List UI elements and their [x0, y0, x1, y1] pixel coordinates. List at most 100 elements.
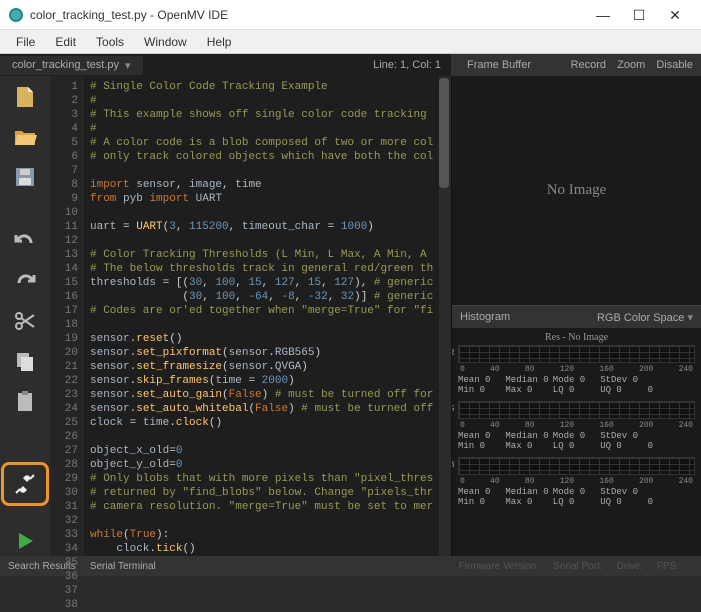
status-serial-terminal[interactable]: Serial Terminal: [90, 561, 156, 572]
framebuffer-header: Frame Buffer Record Zoom Disable: [451, 54, 701, 76]
code-line[interactable]: # This example shows off single color co…: [90, 108, 439, 122]
undo-icon: [13, 229, 37, 253]
code-line[interactable]: #: [90, 94, 439, 108]
histogram-grid: B: [458, 457, 695, 475]
code-line[interactable]: thresholds = [(30, 100, 15, 127, 15, 127…: [90, 276, 439, 290]
run-button[interactable]: [8, 526, 42, 556]
cursor-position: Line: 1, Col: 1: [363, 59, 451, 71]
code-line[interactable]: # Codes are or'ed together when "merge=T…: [90, 304, 439, 318]
window-title: color_tracking_test.py - OpenMV IDE: [30, 8, 585, 22]
menu-tools[interactable]: Tools: [86, 33, 134, 51]
histogram-channel-b: B04080120160200240Mean 0Median 0Mode 0St…: [458, 457, 695, 507]
tab-label: color_tracking_test.py: [12, 59, 119, 71]
editor-scrollbar[interactable]: [439, 76, 451, 556]
code-line[interactable]: [90, 206, 439, 220]
main-area: 1234567891011121314151617181920212223242…: [0, 76, 701, 556]
new-file-icon: [13, 85, 37, 109]
undo-button[interactable]: [8, 226, 42, 256]
colorspace-select[interactable]: RGB Color Space: [597, 311, 693, 324]
code-line[interactable]: # Color Tracking Thresholds (L Min, L Ma…: [90, 248, 439, 262]
code-area[interactable]: # Single Color Code Tracking Example## T…: [84, 76, 439, 556]
paste-button[interactable]: [8, 386, 42, 416]
histogram-channel-g: G04080120160200240Mean 0Median 0Mode 0St…: [458, 401, 695, 451]
fb-disable-button[interactable]: Disable: [656, 59, 693, 71]
right-panel: No Image Histogram RGB Color Space Res -…: [451, 76, 701, 556]
code-editor[interactable]: 1234567891011121314151617181920212223242…: [50, 76, 451, 556]
copy-icon: [13, 349, 37, 373]
code-line[interactable]: uart = UART(3, 115200, timeout_char = 10…: [90, 220, 439, 234]
tab-row: color_tracking_test.py ▾ Line: 1, Col: 1…: [0, 54, 701, 76]
scroll-thumb[interactable]: [439, 78, 449, 188]
code-line[interactable]: [90, 430, 439, 444]
cut-button[interactable]: [8, 306, 42, 336]
menu-help[interactable]: Help: [197, 33, 242, 51]
fb-record-button[interactable]: Record: [571, 59, 606, 71]
code-line[interactable]: sensor.set_auto_whitebal(False) # must b…: [90, 402, 439, 416]
framebuffer-placeholder: No Image: [547, 182, 607, 199]
status-serial-port: Serial Port:: [553, 561, 602, 572]
open-file-button[interactable]: [8, 122, 42, 152]
code-line[interactable]: object_y_old=0: [90, 458, 439, 472]
code-line[interactable]: sensor.set_auto_gain(False) # must be tu…: [90, 388, 439, 402]
close-button[interactable]: ✕: [657, 1, 693, 29]
maximize-button[interactable]: ☐: [621, 1, 657, 29]
code-line[interactable]: # returned by "find_blobs" below. Change…: [90, 486, 439, 500]
code-line[interactable]: # A color code is a blob composed of two…: [90, 136, 439, 150]
copy-button[interactable]: [8, 346, 42, 376]
histogram-grid: R: [458, 345, 695, 363]
code-line[interactable]: sensor.set_pixformat(sensor.RGB565): [90, 346, 439, 360]
menu-window[interactable]: Window: [134, 33, 197, 51]
histogram-res: Res - No Image: [458, 332, 695, 343]
code-line[interactable]: sensor.skip_frames(time = 2000): [90, 374, 439, 388]
titlebar: color_tracking_test.py - OpenMV IDE — ☐ …: [0, 0, 701, 30]
app-logo-icon: [8, 7, 24, 23]
tool-sidebar: [0, 76, 50, 556]
code-line[interactable]: # only track colored objects which have …: [90, 150, 439, 164]
code-line[interactable]: #: [90, 122, 439, 136]
histogram-header: Histogram RGB Color Space: [452, 306, 701, 328]
menu-edit[interactable]: Edit: [45, 33, 86, 51]
save-file-button[interactable]: [8, 162, 42, 192]
histogram-grid: G: [458, 401, 695, 419]
code-line[interactable]: sensor.set_framesize(sensor.QVGA): [90, 360, 439, 374]
fb-zoom-button[interactable]: Zoom: [617, 59, 645, 71]
menubar: File Edit Tools Window Help: [0, 30, 701, 54]
code-line[interactable]: object_x_old=0: [90, 444, 439, 458]
new-file-button[interactable]: [8, 82, 42, 112]
code-line[interactable]: # The below thresholds track in general …: [90, 262, 439, 276]
code-line[interactable]: while(True):: [90, 528, 439, 542]
status-drive: Drive:: [617, 561, 643, 572]
code-line[interactable]: from pyb import UART: [90, 192, 439, 206]
histogram-channel-r: R04080120160200240Mean 0Median 0Mode 0St…: [458, 345, 695, 395]
framebuffer-view[interactable]: No Image: [452, 76, 701, 306]
code-line[interactable]: # Only blobs that with more pixels than …: [90, 472, 439, 486]
line-gutter: 1234567891011121314151617181920212223242…: [50, 76, 84, 556]
paste-icon: [13, 389, 37, 413]
redo-button[interactable]: [8, 266, 42, 296]
code-line[interactable]: clock.tick(): [90, 542, 439, 556]
code-line[interactable]: [90, 318, 439, 332]
tab-file[interactable]: color_tracking_test.py ▾: [0, 56, 143, 75]
redo-icon: [13, 269, 37, 293]
tab-dropdown-icon[interactable]: ▾: [125, 59, 131, 72]
floppy-icon: [13, 165, 37, 189]
plug-connect-icon: [13, 472, 37, 496]
connect-button[interactable]: [8, 469, 42, 499]
code-line[interactable]: clock = time.clock(): [90, 416, 439, 430]
code-line[interactable]: # Single Color Code Tracking Example: [90, 80, 439, 94]
code-line[interactable]: [90, 234, 439, 248]
minimize-button[interactable]: —: [585, 1, 621, 29]
code-line[interactable]: sensor.reset(): [90, 332, 439, 346]
play-icon: [13, 529, 37, 553]
status-bar: Search Results Serial Terminal Firmware …: [0, 556, 701, 576]
menu-file[interactable]: File: [6, 33, 45, 51]
status-fps: FPS:: [657, 561, 679, 572]
code-line[interactable]: # camera resolution. "merge=True" must b…: [90, 500, 439, 514]
code-line[interactable]: (30, 100, -64, -8, -32, 32)] # generic: [90, 290, 439, 304]
code-line[interactable]: [90, 164, 439, 178]
histogram-title: Histogram: [460, 311, 510, 323]
code-line[interactable]: [90, 514, 439, 528]
code-line[interactable]: import sensor, image, time: [90, 178, 439, 192]
histogram-panel: Res - No Image R04080120160200240Mean 0M…: [452, 328, 701, 556]
connect-button-highlight: [1, 462, 49, 506]
